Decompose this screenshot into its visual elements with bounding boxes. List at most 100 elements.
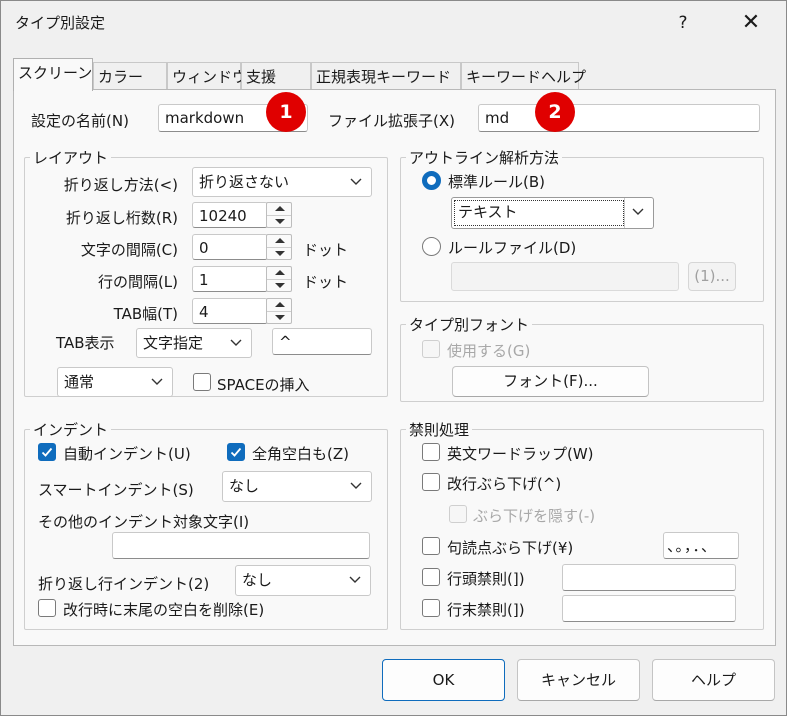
wrap-method-select[interactable]: 折り返さない bbox=[192, 167, 372, 197]
tab-screen[interactable]: スクリーン bbox=[13, 58, 93, 91]
wrap-columns-input[interactable]: 10240 bbox=[192, 202, 268, 228]
callout-badge-1: 1 bbox=[266, 92, 306, 132]
tab-label: ウィンドウ bbox=[172, 68, 248, 86]
spin-up-icon bbox=[275, 238, 285, 243]
tab-display-value: 文字指定 bbox=[143, 334, 204, 352]
char-spacing-spinner[interactable] bbox=[266, 234, 292, 260]
check-icon bbox=[41, 447, 53, 457]
window-title: タイプ別設定 bbox=[15, 14, 106, 32]
wrap-columns-label: 折り返し桁数(R) bbox=[65, 209, 178, 227]
layout-group-title: レイアウト bbox=[30, 147, 112, 168]
tab-label: キーワードヘルプ bbox=[466, 68, 587, 86]
title-bar: タイプ別設定 ? ✕ bbox=[1, 1, 786, 45]
chevron-down-icon bbox=[230, 339, 242, 346]
tab-width-spinner[interactable] bbox=[266, 298, 292, 324]
line-hang-checkbox[interactable] bbox=[422, 473, 440, 491]
wrap-indent-value: なし bbox=[242, 571, 273, 589]
chevron-down-icon bbox=[349, 576, 361, 583]
trim-trailing-checkbox[interactable] bbox=[38, 599, 56, 617]
spin-up-icon bbox=[275, 270, 285, 275]
spin-up-icon bbox=[275, 206, 285, 211]
char-spacing-input[interactable]: 0 bbox=[192, 234, 268, 260]
standard-rule-radio[interactable] bbox=[422, 171, 441, 190]
fullwidth-space-checkbox[interactable] bbox=[227, 443, 245, 461]
smart-indent-value: なし bbox=[229, 477, 260, 495]
fullwidth-space-label: 全角空白も(Z) bbox=[252, 445, 349, 463]
tab-label: カラー bbox=[98, 68, 144, 86]
tab-window[interactable]: ウィンドウ bbox=[167, 62, 247, 89]
spin-down-icon bbox=[275, 283, 285, 288]
smart-indent-label: スマートインデント(S) bbox=[38, 481, 194, 499]
line-hang-label: 改行ぶら下げ(^) bbox=[447, 475, 562, 493]
punct-hang-label: 句読点ぶら下げ(¥) bbox=[447, 539, 574, 557]
tab-regex-keyword[interactable]: 正規表現キーワード bbox=[311, 62, 461, 89]
file-ext-input[interactable]: md bbox=[478, 104, 760, 132]
auto-indent-label: 自動インデント(U) bbox=[63, 445, 191, 463]
head-kinsoku-checkbox[interactable] bbox=[422, 568, 440, 586]
wrap-method-value: 折り返さない bbox=[199, 173, 290, 191]
settings-name-label: 設定の名前(N) bbox=[31, 112, 129, 130]
outline-group-title: アウトライン解析方法 bbox=[406, 147, 563, 168]
smart-indent-select[interactable]: なし bbox=[222, 471, 372, 502]
ok-button[interactable]: OK bbox=[382, 659, 505, 701]
tail-kinsoku-checkbox[interactable] bbox=[422, 599, 440, 617]
wrap-indent-select[interactable]: なし bbox=[235, 565, 371, 596]
other-chars-input[interactable] bbox=[112, 532, 370, 559]
rule-file-input[interactable] bbox=[451, 262, 679, 291]
use-type-font-checkbox[interactable] bbox=[422, 340, 440, 358]
line-spacing-spinner[interactable] bbox=[266, 266, 292, 292]
display-mode-value: 通常 bbox=[64, 373, 95, 391]
char-spacing-label: 文字の間隔(C) bbox=[80, 241, 178, 259]
tail-kinsoku-input[interactable] bbox=[562, 595, 736, 622]
tab-panel-screen: 設定の名前(N) markdown 1 ファイル拡張子(X) md 2 レイアウ… bbox=[13, 89, 776, 646]
display-mode-select[interactable]: 通常 bbox=[57, 367, 173, 397]
chevron-down-icon bbox=[151, 378, 163, 385]
chevron-down-icon bbox=[632, 208, 644, 215]
tail-kinsoku-label: 行末禁則(]) bbox=[447, 601, 525, 619]
head-kinsoku-label: 行頭禁則(]) bbox=[447, 570, 525, 588]
hide-hang-label: ぶら下げを隠す(-) bbox=[473, 507, 596, 525]
tab-support[interactable]: 支援 bbox=[241, 62, 311, 89]
font-button[interactable]: フォント(F)... bbox=[452, 366, 649, 397]
other-chars-label: その他のインデント対象文字(I) bbox=[38, 513, 250, 531]
file-ext-label: ファイル拡張子(X) bbox=[328, 112, 455, 130]
word-wrap-checkbox[interactable] bbox=[422, 443, 440, 461]
wrap-indent-label: 折り返し行インデント(2) bbox=[38, 575, 210, 593]
indent-group-title: インデント bbox=[30, 419, 112, 440]
standard-rule-label: 標準ルール(B) bbox=[448, 173, 545, 191]
space-insert-label: SPACEの挿入 bbox=[217, 376, 310, 394]
tab-color[interactable]: カラー bbox=[93, 62, 167, 89]
space-insert-checkbox[interactable] bbox=[193, 373, 211, 391]
auto-indent-checkbox[interactable] bbox=[38, 443, 56, 461]
help-button[interactable]: ヘルプ bbox=[652, 659, 775, 701]
type-settings-dialog: タイプ別設定 ? ✕ スクリーン カラー ウィンドウ 支援 正規表現キーワード … bbox=[0, 0, 787, 716]
line-spacing-unit: ドット bbox=[303, 273, 349, 291]
standard-rule-select[interactable]: テキスト bbox=[451, 197, 654, 229]
rule-file-browse-button[interactable]: (1)... bbox=[688, 262, 736, 291]
punct-hang-input[interactable]: 、。，．、 bbox=[663, 532, 739, 559]
hide-hang-checkbox[interactable] bbox=[449, 505, 467, 523]
punct-hang-checkbox[interactable] bbox=[422, 537, 440, 555]
tab-label: 支援 bbox=[246, 68, 277, 86]
chevron-down-icon bbox=[350, 482, 362, 489]
rule-file-radio[interactable] bbox=[422, 237, 441, 256]
check-icon bbox=[230, 447, 242, 457]
chevron-down-icon bbox=[350, 178, 362, 185]
tab-width-label: TAB幅(T) bbox=[113, 305, 178, 323]
tab-keyword-help[interactable]: キーワードヘルプ bbox=[461, 62, 586, 89]
tab-label: スクリーン bbox=[18, 64, 93, 82]
wrap-columns-spinner[interactable] bbox=[266, 202, 292, 228]
kinsoku-group-title: 禁則処理 bbox=[406, 419, 473, 440]
close-icon[interactable]: ✕ bbox=[731, 5, 771, 41]
tab-label: 正規表現キーワード bbox=[316, 68, 452, 86]
line-spacing-input[interactable]: 1 bbox=[192, 266, 268, 292]
help-title-button[interactable]: ? bbox=[669, 9, 697, 37]
spin-down-icon bbox=[275, 251, 285, 256]
head-kinsoku-input[interactable] bbox=[562, 564, 736, 591]
tab-width-input[interactable]: 4 bbox=[192, 298, 268, 324]
tab-display-select[interactable]: 文字指定 bbox=[136, 328, 252, 358]
cancel-button[interactable]: キャンセル bbox=[517, 659, 640, 701]
type-font-group-title: タイプ別フォント bbox=[406, 314, 533, 335]
tab-char-input[interactable]: ^ bbox=[272, 328, 372, 355]
spin-down-icon bbox=[275, 219, 285, 224]
